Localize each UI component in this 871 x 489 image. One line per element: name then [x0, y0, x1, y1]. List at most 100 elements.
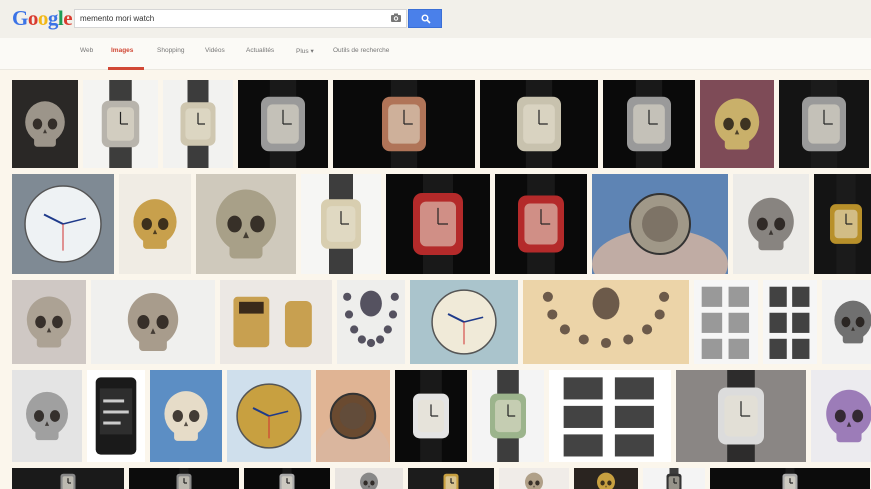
image-result-thumbnail[interactable] — [83, 80, 158, 168]
image-result-thumbnail[interactable] — [643, 468, 705, 489]
thumbnail-image — [822, 280, 871, 364]
image-result-thumbnail[interactable] — [12, 174, 114, 274]
tab-news[interactable]: Actualités — [246, 47, 274, 54]
search-input[interactable] — [74, 9, 407, 28]
image-result-thumbnail[interactable] — [811, 370, 871, 462]
image-result-thumbnail[interactable] — [333, 80, 475, 168]
image-result-thumbnail[interactable] — [244, 468, 330, 489]
image-result-thumbnail[interactable] — [12, 280, 86, 364]
thumbnail-image — [395, 370, 467, 462]
thumbnail-image — [700, 80, 774, 168]
tab-search-tools[interactable]: Outils de recherche — [333, 47, 389, 54]
thumbnail-image — [301, 174, 381, 274]
image-result-thumbnail[interactable] — [495, 174, 587, 274]
image-result-thumbnail[interactable] — [499, 468, 569, 489]
image-result-thumbnail[interactable] — [196, 174, 296, 274]
image-result-thumbnail[interactable] — [227, 370, 311, 462]
image-result-thumbnail[interactable] — [316, 370, 390, 462]
thumbnail-image — [196, 174, 296, 274]
image-result-thumbnail[interactable] — [472, 370, 544, 462]
thumbnail-image — [227, 370, 311, 462]
tab-web[interactable]: Web — [80, 47, 93, 54]
image-results-grid — [0, 74, 871, 489]
image-result-thumbnail[interactable] — [238, 80, 328, 168]
google-logo[interactable]: Google — [12, 6, 73, 30]
image-result-thumbnail[interactable] — [12, 370, 82, 462]
thumbnail-image — [335, 468, 403, 489]
image-result-thumbnail[interactable] — [694, 280, 758, 364]
magnifier-icon — [421, 14, 431, 24]
image-result-thumbnail[interactable] — [335, 468, 403, 489]
thumbnail-image — [523, 280, 689, 364]
image-result-thumbnail[interactable] — [763, 280, 817, 364]
thumbnail-image — [694, 280, 758, 364]
image-result-thumbnail[interactable] — [523, 280, 689, 364]
image-result-thumbnail[interactable] — [592, 174, 728, 274]
thumbnail-image — [408, 468, 494, 489]
thumbnail-image — [779, 80, 869, 168]
thumbnail-image — [220, 280, 332, 364]
thumbnail-image — [163, 80, 233, 168]
image-result-thumbnail[interactable] — [12, 468, 124, 489]
thumbnail-image — [238, 80, 328, 168]
thumbnail-image — [676, 370, 806, 462]
thumbnail-image — [495, 174, 587, 274]
image-result-thumbnail[interactable] — [150, 370, 222, 462]
thumbnail-image — [333, 80, 475, 168]
top-bar: Google — [0, 0, 871, 38]
thumbnail-image — [12, 280, 86, 364]
thumbnail-image — [814, 174, 871, 274]
tab-images[interactable]: Images — [111, 47, 133, 54]
image-result-thumbnail[interactable] — [386, 174, 490, 274]
tab-more[interactable]: Plus ▾ — [296, 47, 314, 55]
image-result-thumbnail[interactable] — [87, 370, 145, 462]
image-result-thumbnail[interactable] — [91, 280, 215, 364]
image-result-thumbnail[interactable] — [129, 468, 239, 489]
image-result-thumbnail[interactable] — [119, 174, 191, 274]
thumbnail-image — [480, 80, 598, 168]
thumbnail-image — [733, 174, 809, 274]
image-result-thumbnail[interactable] — [574, 468, 638, 489]
image-result-thumbnail[interactable] — [220, 280, 332, 364]
logo-letter: g — [47, 6, 59, 30]
logo-letter: G — [12, 6, 28, 30]
thumbnail-image — [710, 468, 870, 489]
search-tabs: Web Images Shopping Vidéos Actualités Pl… — [0, 38, 871, 70]
image-result-thumbnail[interactable] — [549, 370, 671, 462]
image-result-thumbnail[interactable] — [163, 80, 233, 168]
thumbnail-image — [410, 280, 518, 364]
image-result-thumbnail[interactable] — [814, 174, 871, 274]
camera-icon[interactable] — [390, 12, 402, 24]
tab-videos[interactable]: Vidéos — [205, 47, 225, 54]
tab-shopping[interactable]: Shopping — [157, 47, 184, 54]
image-result-thumbnail[interactable] — [822, 280, 871, 364]
thumbnail-image — [87, 370, 145, 462]
thumbnail-image — [499, 468, 569, 489]
image-result-thumbnail[interactable] — [733, 174, 809, 274]
active-tab-indicator — [108, 67, 144, 70]
image-result-thumbnail[interactable] — [779, 80, 869, 168]
thumbnail-image — [603, 80, 695, 168]
image-result-thumbnail[interactable] — [700, 80, 774, 168]
thumbnail-image — [12, 370, 82, 462]
image-result-thumbnail[interactable] — [710, 468, 870, 489]
image-result-thumbnail[interactable] — [337, 280, 405, 364]
logo-letter: o — [37, 6, 49, 30]
image-result-thumbnail[interactable] — [395, 370, 467, 462]
image-result-thumbnail[interactable] — [301, 174, 381, 274]
image-result-thumbnail[interactable] — [410, 280, 518, 364]
image-result-thumbnail[interactable] — [480, 80, 598, 168]
thumbnail-image — [592, 174, 728, 274]
thumbnail-image — [12, 468, 124, 489]
image-result-thumbnail[interactable] — [603, 80, 695, 168]
image-result-thumbnail[interactable] — [676, 370, 806, 462]
logo-letter: o — [27, 6, 39, 30]
thumbnail-image — [386, 174, 490, 274]
image-result-thumbnail[interactable] — [408, 468, 494, 489]
thumbnail-image — [129, 468, 239, 489]
thumbnail-image — [12, 174, 114, 274]
thumbnail-image — [811, 370, 871, 462]
thumbnail-image — [12, 80, 78, 168]
search-button[interactable] — [408, 9, 442, 28]
image-result-thumbnail[interactable] — [12, 80, 78, 168]
